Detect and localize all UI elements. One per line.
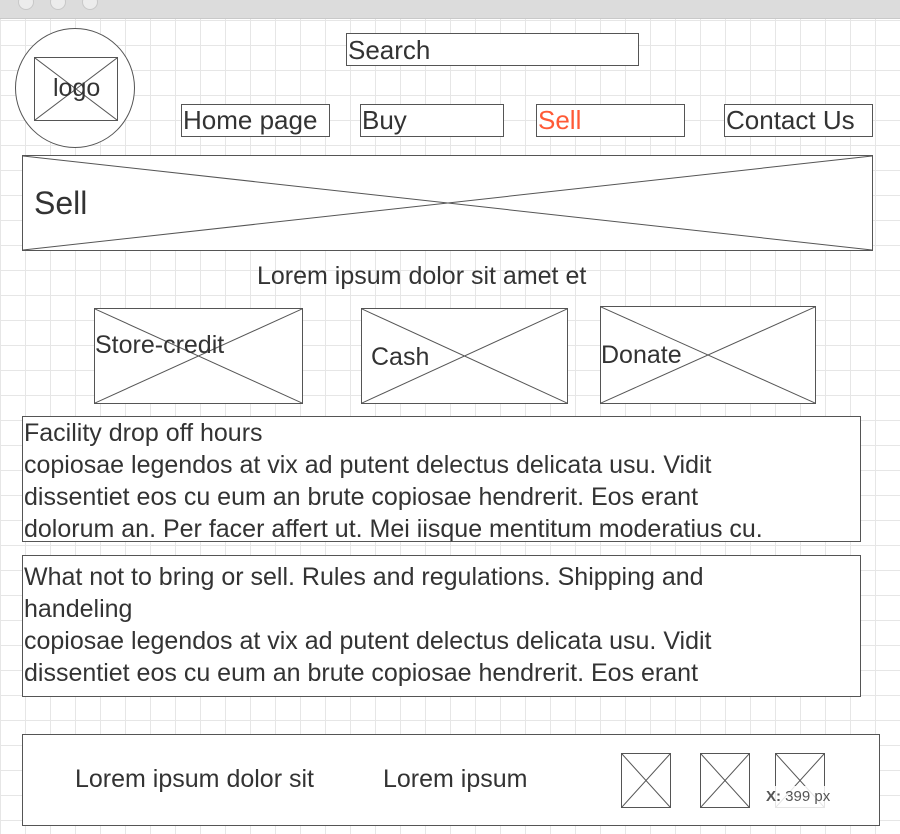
footer: Lorem ipsum dolor sit Lorem ipsum [22,734,880,826]
placeholder-cross-icon [622,754,670,807]
window-close-dot[interactable] [18,0,34,10]
window-titlebar [0,0,900,19]
nav-contact-us[interactable]: Contact Us [724,104,873,137]
nav-sell-label: Sell [538,105,582,135]
readout-axis: X: [766,788,781,805]
placeholder-cross-icon [23,156,872,250]
section-line: copiosae legendos at vix ad putent delec… [24,451,712,479]
option-cash[interactable]: Cash [361,308,568,404]
nav-sell[interactable]: Sell [536,104,685,137]
option-donate[interactable]: Donate [600,306,816,404]
banner-image-placeholder: Sell [22,155,873,251]
footer-social-placeholder-1[interactable] [621,753,671,808]
rules-section: What not to bring or sell. Rules and reg… [22,555,861,697]
section-heading-cont: handeling [24,595,133,623]
nav-contact-us-label: Contact Us [726,105,855,135]
footer-text-2: Lorem ipsum [383,765,528,793]
section-heading: What not to bring or sell. Rules and reg… [24,563,704,591]
option-donate-label: Donate [601,341,682,369]
cursor-coordinate-readout: X: 399 px [762,786,835,808]
section-heading: Facility drop off hours [24,419,263,447]
banner-title: Sell [34,185,88,221]
section-line: dissentiet eos cu eum an brute copiosae … [24,483,699,511]
option-store-credit-label: Store-credit [95,331,225,359]
footer-social-placeholder-2[interactable] [700,753,750,808]
logo[interactable]: logo [15,28,135,148]
section-line: dolorum an. Per facer affert ut. Mei iis… [24,515,763,542]
logo-label: logo [53,74,101,102]
placeholder-cross-icon [701,754,749,807]
option-store-credit[interactable]: Store-credit [94,308,303,404]
intro-text: Lorem ipsum dolor sit amet et [257,262,587,290]
facility-hours-section: Facility drop off hours copiosae legendo… [22,416,861,542]
option-cash-label: Cash [371,343,430,371]
nav-home-page[interactable]: Home page [181,104,330,137]
search-input[interactable]: Search [346,33,639,66]
footer-text-1: Lorem ipsum dolor sit [75,765,314,793]
nav-buy[interactable]: Buy [360,104,504,137]
section-line: dissentiet eos cu eum an brute copiosae … [24,659,699,687]
window-minimize-dot[interactable] [50,0,66,10]
nav-buy-label: Buy [362,105,407,135]
section-line: copiosae legendos at vix ad putent delec… [24,627,712,655]
nav-home-page-label: Home page [183,105,318,135]
window-maximize-dot[interactable] [82,0,98,10]
search-placeholder: Search [348,35,431,65]
readout-value: 399 px [785,788,831,805]
